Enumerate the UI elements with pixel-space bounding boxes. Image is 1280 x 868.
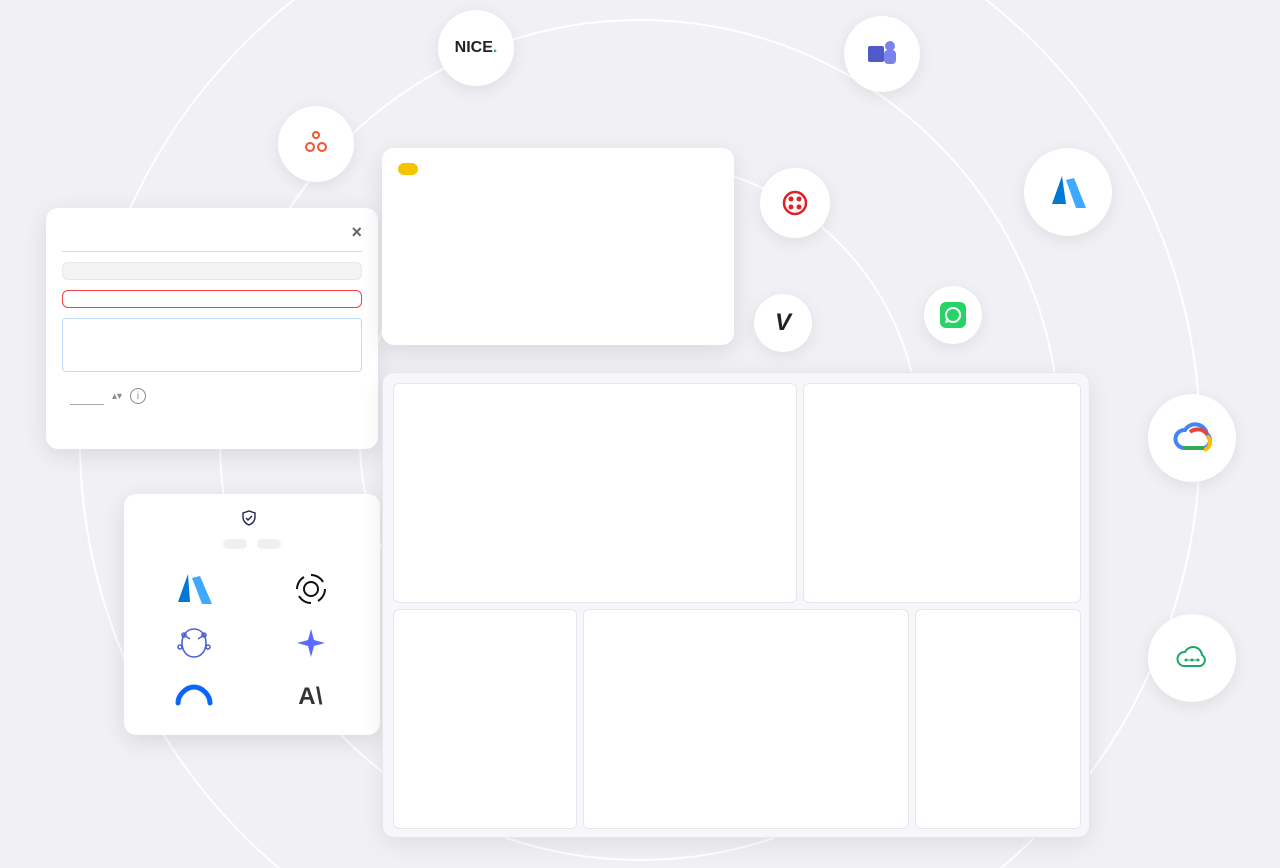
provider-azure-openai: [138, 569, 249, 613]
hub-whatsapp: [924, 286, 982, 344]
accuracy-card: [382, 148, 734, 345]
description-input[interactable]: [62, 318, 362, 372]
llm-prompt-card: × ▴▾ i: [46, 208, 378, 449]
hub-gcloud: [1148, 394, 1236, 482]
provider-anthropic: A\: [255, 677, 366, 721]
panel-api-calls: [393, 383, 797, 603]
pill-filter: [257, 539, 281, 549]
hub-nice: NICE.: [438, 10, 514, 86]
count-input[interactable]: [70, 387, 104, 405]
option-description[interactable]: [62, 290, 362, 308]
provider-llama: [138, 677, 249, 721]
hub-teams: [844, 16, 920, 92]
protect-title: [138, 510, 366, 526]
accuracy-chart: [398, 180, 698, 330]
panel-solved: [393, 609, 577, 829]
hub-azure: [1024, 148, 1112, 236]
pill-shield: [223, 539, 247, 549]
accuracy-badge: [398, 163, 418, 175]
close-icon[interactable]: ×: [351, 222, 362, 243]
provider-openai: [255, 569, 366, 613]
panel-satisfaction: [915, 609, 1081, 829]
provider-gemini: [255, 623, 366, 667]
panel-destinations: [583, 609, 909, 829]
hub-vonage: V: [754, 294, 812, 352]
panel-weekdays: [803, 383, 1081, 603]
shield-icon: [241, 510, 257, 526]
dashboard: [382, 372, 1090, 838]
protect-card: A\: [124, 494, 380, 735]
stepper-icon[interactable]: ▴▾: [112, 393, 122, 400]
provider-bedrock: [138, 623, 249, 667]
hub-twilio: [760, 168, 830, 238]
option-existing[interactable]: [62, 262, 362, 280]
hub-genesys: [278, 106, 354, 182]
info-icon[interactable]: i: [130, 388, 146, 404]
hub-amazon-connect: [1148, 614, 1236, 702]
